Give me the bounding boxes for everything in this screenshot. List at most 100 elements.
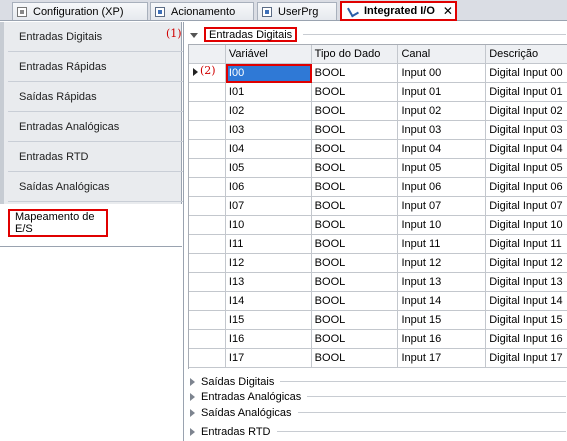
column-header-variavel[interactable]: Variável [225, 45, 312, 64]
data-type-cell[interactable]: BOOL [311, 102, 399, 121]
channel-cell[interactable]: Input 13 [398, 273, 487, 292]
variable-cell[interactable]: I11 [225, 235, 312, 254]
channel-cell[interactable]: Input 01 [398, 83, 487, 102]
sidebar-item-entradas-rtd[interactable]: Entradas RTD [8, 142, 186, 172]
description-cell[interactable]: Digital Input 02 [486, 102, 567, 121]
variable-cell[interactable]: I12 [225, 254, 312, 273]
sidebar-item-selected[interactable]: Mapeamento de E/S [8, 209, 108, 237]
sidebar-item-saidas-rapidas[interactable]: Saídas Rápidas [8, 82, 186, 112]
data-type-cell[interactable]: BOOL [311, 349, 399, 368]
section-saidas-analogicas[interactable]: Saídas Analógicas [190, 405, 567, 420]
channel-cell[interactable]: Input 07 [398, 197, 487, 216]
description-cell[interactable]: Digital Input 05 [486, 159, 567, 178]
table-row[interactable]: I15 BOOL Input 15 Digital Input 15 [189, 311, 567, 330]
channel-cell[interactable]: Input 16 [398, 330, 487, 349]
description-cell[interactable]: Digital Input 01 [486, 83, 567, 102]
column-header-canal[interactable]: Canal [398, 45, 487, 64]
data-type-cell[interactable]: BOOL [311, 83, 399, 102]
description-cell[interactable]: Digital Input 12 [486, 254, 567, 273]
description-cell[interactable]: Digital Input 14 [486, 292, 567, 311]
description-cell[interactable]: Digital Input 16 [486, 330, 567, 349]
channel-cell[interactable]: Input 12 [398, 254, 487, 273]
expand-triangle-icon[interactable] [190, 408, 195, 417]
table-row[interactable]: I10 BOOL Input 10 Digital Input 10 [189, 216, 567, 235]
variable-cell[interactable]: I17 [225, 349, 312, 368]
data-type-cell[interactable]: BOOL [311, 273, 399, 292]
channel-cell[interactable]: Input 06 [398, 178, 487, 197]
sidebar-item-entradas-rapidas[interactable]: Entradas Rápidas [8, 52, 186, 82]
variable-cell[interactable]: I06 [225, 178, 312, 197]
close-icon[interactable]: ✕ [443, 4, 453, 18]
variable-cell[interactable]: I03 [225, 121, 312, 140]
table-row[interactable]: I00 BOOL Input 00 Digital Input 00 [189, 64, 567, 83]
data-type-cell[interactable]: BOOL [311, 254, 399, 273]
data-type-cell[interactable]: BOOL [311, 197, 399, 216]
data-type-cell[interactable]: BOOL [311, 159, 399, 178]
data-type-cell[interactable]: BOOL [311, 140, 399, 159]
description-cell[interactable]: Digital Input 17 [486, 349, 567, 368]
variable-cell[interactable]: I05 [225, 159, 312, 178]
channel-cell[interactable]: Input 00 [398, 64, 487, 83]
channel-cell[interactable]: Input 14 [398, 292, 487, 311]
section-entradas-digitais[interactable]: Entradas Digitais [190, 27, 567, 42]
channel-cell[interactable]: Input 10 [398, 216, 487, 235]
description-cell[interactable]: Digital Input 11 [486, 235, 567, 254]
variable-cell[interactable]: I02 [225, 102, 312, 121]
variable-cell[interactable]: I04 [225, 140, 312, 159]
variable-cell[interactable]: I07 [225, 197, 312, 216]
sidebar-item-entradas-analogicas[interactable]: Entradas Analógicas [8, 112, 186, 142]
data-type-cell[interactable]: BOOL [311, 64, 399, 83]
table-row[interactable]: I04 BOOL Input 04 Digital Input 04 [189, 140, 567, 159]
table-row[interactable]: I03 BOOL Input 03 Digital Input 03 [189, 121, 567, 140]
table-row[interactable]: I16 BOOL Input 16 Digital Input 16 [189, 330, 567, 349]
table-row[interactable]: I13 BOOL Input 13 Digital Input 13 [189, 273, 567, 292]
table-row[interactable]: I01 BOOL Input 01 Digital Input 01 [189, 83, 567, 102]
variable-cell[interactable]: I14 [225, 292, 312, 311]
description-cell[interactable]: Digital Input 13 [486, 273, 567, 292]
channel-cell[interactable]: Input 11 [398, 235, 487, 254]
table-row[interactable]: I14 BOOL Input 14 Digital Input 14 [189, 292, 567, 311]
data-type-cell[interactable]: BOOL [311, 311, 399, 330]
sidebar-item-saidas-analogicas[interactable]: Saídas Analógicas [8, 172, 186, 202]
channel-cell[interactable]: Input 17 [398, 349, 487, 368]
tab-configuration-xp[interactable]: Configuration (XP) [12, 2, 148, 20]
tab-acionamento[interactable]: Acionamento [150, 2, 254, 20]
data-type-cell[interactable]: BOOL [311, 235, 399, 254]
column-header-descricao[interactable]: Descrição [486, 45, 567, 64]
variable-cell[interactable]: I10 [225, 216, 312, 235]
table-row[interactable]: I05 BOOL Input 05 Digital Input 05 [189, 159, 567, 178]
channel-cell[interactable]: Input 05 [398, 159, 487, 178]
section-saidas-digitais[interactable]: Saídas Digitais [190, 374, 567, 389]
column-header-tipo-do-dado[interactable]: Tipo do Dado [311, 45, 399, 64]
expand-triangle-icon[interactable] [190, 392, 195, 401]
data-type-cell[interactable]: BOOL [311, 216, 399, 235]
variable-cell[interactable]: I15 [225, 311, 312, 330]
sidebar-item-mapeamento-es[interactable]: Mapeamento de E/S [0, 204, 182, 252]
description-cell[interactable]: Digital Input 03 [486, 121, 567, 140]
variable-cell[interactable]: I13 [225, 273, 312, 292]
description-cell[interactable]: Digital Input 07 [486, 197, 567, 216]
channel-cell[interactable]: Input 15 [398, 311, 487, 330]
sidebar-item-entradas-digitais[interactable]: Entradas Digitais [8, 22, 186, 52]
description-cell[interactable]: Digital Input 04 [486, 140, 567, 159]
data-type-cell[interactable]: BOOL [311, 178, 399, 197]
channel-cell[interactable]: Input 02 [398, 102, 487, 121]
description-cell[interactable]: Digital Input 15 [486, 311, 567, 330]
table-row[interactable]: I17 BOOL Input 17 Digital Input 17 [189, 349, 567, 368]
expand-triangle-icon[interactable] [190, 33, 198, 38]
data-type-cell[interactable]: BOOL [311, 121, 399, 140]
description-cell[interactable]: Digital Input 06 [486, 178, 567, 197]
data-type-cell[interactable]: BOOL [311, 292, 399, 311]
expand-triangle-icon[interactable] [190, 427, 195, 436]
channel-cell[interactable]: Input 04 [398, 140, 487, 159]
table-row[interactable]: I07 BOOL Input 07 Digital Input 07 [189, 197, 567, 216]
section-entradas-analogicas[interactable]: Entradas Analógicas [190, 389, 567, 404]
expand-triangle-icon[interactable] [190, 377, 195, 386]
table-row[interactable]: I02 BOOL Input 02 Digital Input 02 [189, 102, 567, 121]
tab-userprg[interactable]: UserPrg [257, 2, 337, 20]
description-cell[interactable]: Digital Input 10 [486, 216, 567, 235]
channel-cell[interactable]: Input 03 [398, 121, 487, 140]
variable-cell[interactable]: I01 [225, 83, 312, 102]
table-row[interactable]: I12 BOOL Input 12 Digital Input 12 [189, 254, 567, 273]
variable-cell[interactable]: I16 [225, 330, 312, 349]
